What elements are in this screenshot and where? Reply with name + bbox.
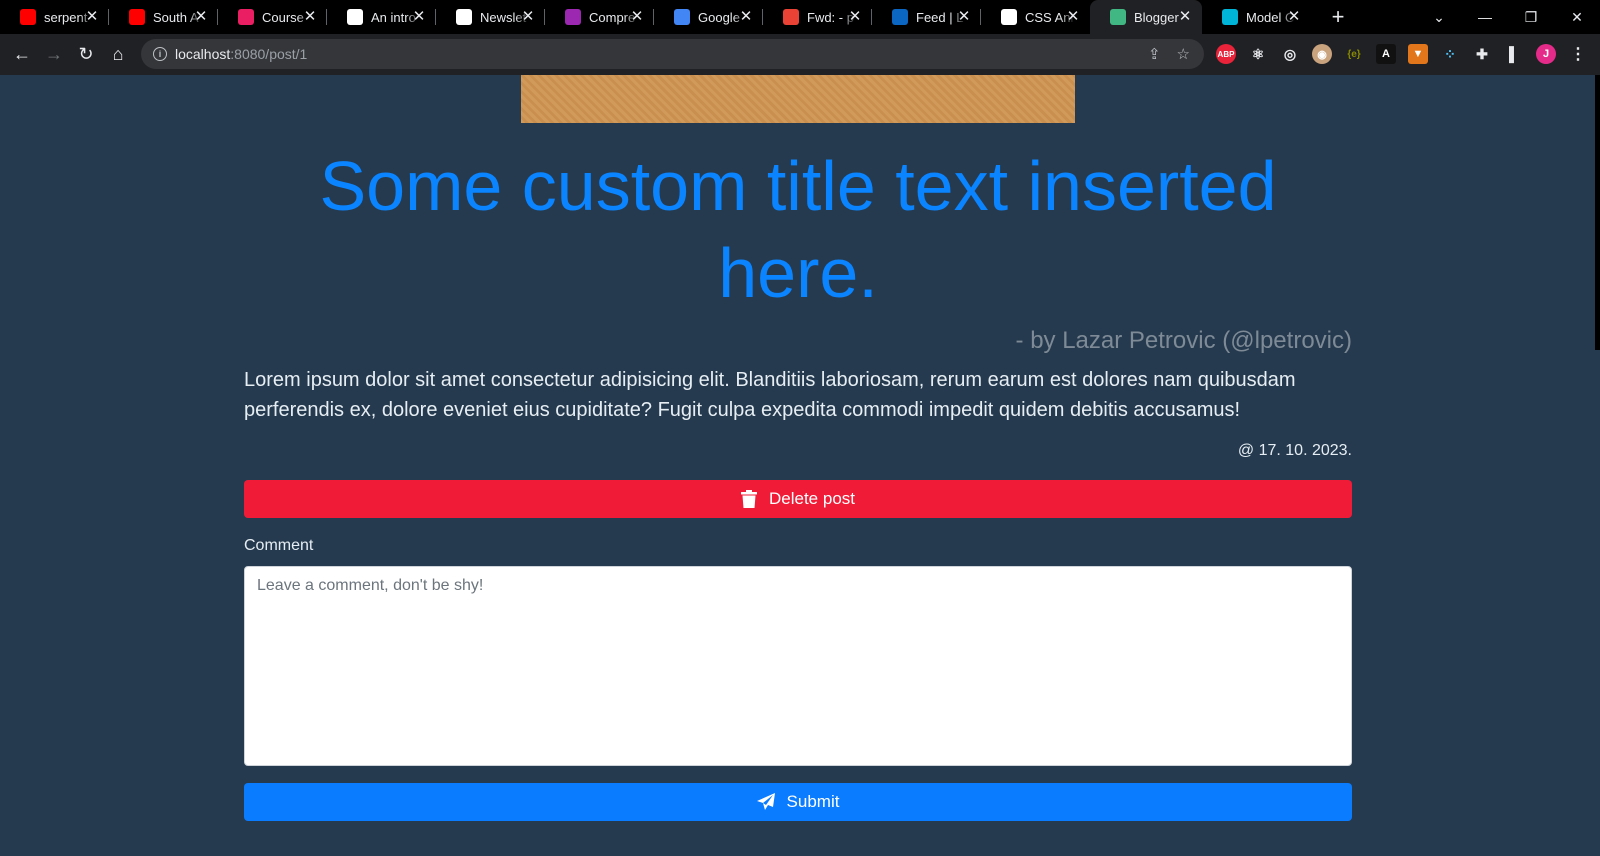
tab-strip: serpent ✕ South A ✕ Course ✕ An intro ✕ Newslet ✕… bbox=[0, 0, 1600, 34]
tab-fwd-p[interactable]: Fwd: - p ✕ bbox=[763, 0, 872, 34]
paper-plane-icon bbox=[756, 793, 775, 810]
tab-css-ani[interactable]: CSS Ani ✕ bbox=[981, 0, 1090, 34]
trash-icon bbox=[741, 490, 757, 508]
url-text[interactable]: localhost:8080/post/1 bbox=[175, 46, 307, 62]
bookmark-star-icon[interactable]: ☆ bbox=[1177, 45, 1190, 63]
tab-close-icon[interactable]: ✕ bbox=[1064, 8, 1082, 26]
vue-icon bbox=[1110, 9, 1126, 25]
post-author: - by Lazar Petrovic (@lpetrovic) bbox=[1015, 327, 1352, 354]
dots-extension-icon[interactable]: ⁘ bbox=[1440, 44, 1460, 64]
tab-an-intro[interactable]: An intro ✕ bbox=[327, 0, 436, 34]
adblock-icon[interactable]: ABP bbox=[1216, 44, 1236, 64]
post-body: Lorem ipsum dolor sit amet consectetur a… bbox=[244, 369, 1296, 421]
restore-icon[interactable]: ❐ bbox=[1508, 0, 1554, 34]
side-panel-icon[interactable]: ▌ bbox=[1504, 44, 1524, 64]
tab-close-icon[interactable]: ✕ bbox=[410, 8, 428, 26]
tab-close-icon[interactable]: ✕ bbox=[1176, 8, 1194, 26]
owl-extension-icon[interactable]: ◉ bbox=[1312, 44, 1332, 64]
tab-search-icon[interactable]: ⌄ bbox=[1416, 0, 1462, 34]
tab-close-icon[interactable]: ✕ bbox=[83, 8, 101, 26]
compress-icon bbox=[565, 9, 581, 25]
codepen-icon bbox=[1001, 9, 1017, 25]
tab-blogger[interactable]: Blogger ✕ bbox=[1090, 0, 1202, 34]
youtube-icon bbox=[20, 9, 36, 25]
youtube-icon bbox=[129, 9, 145, 25]
site-info-icon[interactable]: i bbox=[153, 47, 167, 61]
post-date: @ 17. 10. 2023. bbox=[1237, 442, 1352, 459]
tab-serpent[interactable]: serpent ✕ bbox=[0, 0, 109, 34]
page-scrollbar[interactable] bbox=[1595, 75, 1600, 350]
course-icon bbox=[238, 9, 254, 25]
address-bar[interactable]: i localhost:8080/post/1 ⇪ ☆ bbox=[141, 39, 1204, 69]
tab-close-icon[interactable]: ✕ bbox=[628, 8, 646, 26]
tab-close-icon[interactable]: ✕ bbox=[737, 8, 755, 26]
tab-close-icon[interactable]: ✕ bbox=[519, 8, 537, 26]
page-content: Some custom title text inserted here. - … bbox=[0, 75, 1600, 856]
tab-close-icon[interactable]: ✕ bbox=[955, 8, 973, 26]
post-title: Some custom title text inserted here. bbox=[319, 147, 1277, 312]
tab-compre[interactable]: Compre ✕ bbox=[545, 0, 654, 34]
linkedin-icon bbox=[892, 9, 908, 25]
post-hero-image bbox=[521, 75, 1075, 123]
nr-icon bbox=[347, 9, 363, 25]
profile-avatar[interactable]: J bbox=[1536, 44, 1556, 64]
react-devtools-icon[interactable]: ⚛ bbox=[1248, 44, 1268, 64]
comment-textarea[interactable] bbox=[244, 566, 1352, 766]
tab-close-icon[interactable]: ✕ bbox=[192, 8, 210, 26]
newsletter-icon bbox=[456, 9, 472, 25]
cube-icon bbox=[1222, 9, 1238, 25]
tab-close-icon[interactable]: ✕ bbox=[301, 8, 319, 26]
submit-button[interactable]: Submit bbox=[244, 783, 1352, 821]
tab-google[interactable]: Google ✕ bbox=[654, 0, 763, 34]
new-tab-button[interactable]: + bbox=[1321, 0, 1355, 34]
tab-newslet[interactable]: Newslet ✕ bbox=[436, 0, 545, 34]
tab-list: serpent ✕ South A ✕ Course ✕ An intro ✕ Newslet ✕… bbox=[0, 0, 1311, 34]
tab-feed-l[interactable]: Feed | L ✕ bbox=[872, 0, 981, 34]
reload-icon[interactable]: ↻ bbox=[70, 39, 102, 71]
delete-post-label: Delete post bbox=[769, 489, 855, 508]
tab-model-c[interactable]: Model C ✕ bbox=[1202, 0, 1311, 34]
tab-south-a[interactable]: South A ✕ bbox=[109, 0, 218, 34]
extensions-puzzle-icon[interactable]: ✚ bbox=[1472, 44, 1492, 64]
share-icon[interactable]: ⇪ bbox=[1148, 45, 1161, 63]
metamask-icon[interactable]: ▼ bbox=[1408, 44, 1428, 64]
gmail-icon bbox=[783, 9, 799, 25]
tab-close-icon[interactable]: ✕ bbox=[846, 8, 864, 26]
tab-close-icon[interactable]: ✕ bbox=[1285, 8, 1303, 26]
back-icon[interactable]: ← bbox=[6, 39, 38, 71]
submit-label: Submit bbox=[786, 792, 840, 811]
minimize-icon[interactable]: — bbox=[1462, 0, 1508, 34]
tab-course[interactable]: Course ✕ bbox=[218, 0, 327, 34]
font-extension-icon[interactable]: A bbox=[1376, 44, 1396, 64]
target-extension-icon[interactable]: ◎ bbox=[1280, 44, 1300, 64]
json-extension-icon[interactable]: {e} bbox=[1344, 44, 1364, 64]
comment-label: Comment bbox=[244, 537, 314, 554]
forward-icon[interactable]: → bbox=[38, 39, 70, 71]
home-icon[interactable]: ⌂ bbox=[102, 39, 134, 71]
google-translate-icon bbox=[674, 9, 690, 25]
delete-post-button[interactable]: Delete post bbox=[244, 480, 1352, 518]
menu-kebab-icon[interactable]: ⋮ bbox=[1568, 44, 1588, 64]
close-window-icon[interactable]: ✕ bbox=[1554, 0, 1600, 34]
